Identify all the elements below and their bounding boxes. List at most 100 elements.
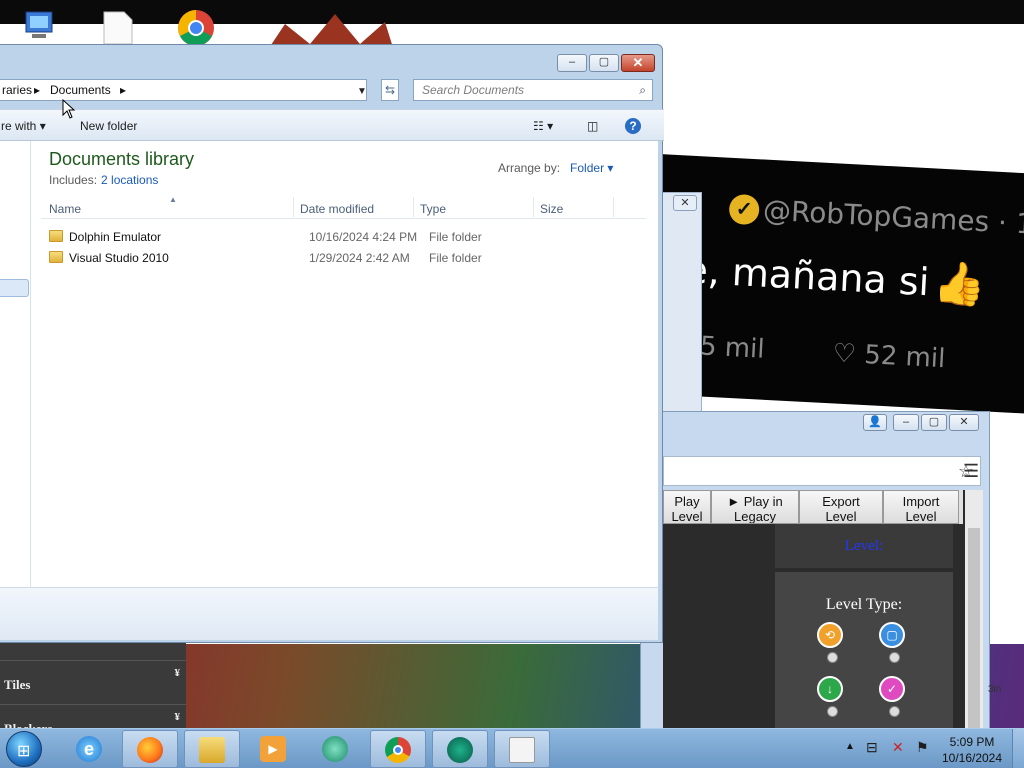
computer-icon[interactable] [18,8,54,44]
app-icon [322,736,348,762]
file-type: File folder [429,230,482,244]
level-heading: Level: [775,524,953,568]
taskbar-ie[interactable]: e [62,730,118,768]
new-folder-button[interactable]: New folder [80,119,137,133]
refresh-button[interactable]: ⇆ [381,79,399,101]
column-name[interactable]: Name [49,202,81,216]
tiles-section[interactable]: Tiles ¥ [0,660,186,700]
folder-icon [199,737,225,763]
address-bar[interactable]: ☆ [663,456,981,486]
file-name: Visual Studio 2010 [69,251,169,265]
search-placeholder: Search Documents [422,83,525,97]
view-options-icon[interactable]: ☷ ▾ [533,119,553,133]
explorer-titlebar[interactable]: – ▢ ✕ [0,45,662,79]
clock-date: 10/16/2024 [941,751,1003,765]
export-level-label: Export Level [822,494,860,524]
breadcrumb-documents[interactable]: Documents [50,83,111,97]
like-count: 52 mil [863,340,947,375]
arrange-label: Arrange by: [498,161,561,175]
column-divider[interactable] [613,197,614,217]
start-button[interactable]: ⊞ [6,731,42,767]
radio-green[interactable] [827,706,838,717]
tiles-label: Tiles [4,677,31,692]
show-hidden-icons[interactable]: ▲ [845,741,855,752]
close-button[interactable]: ✕ [949,414,979,431]
nav-selected-item[interactable] [0,279,29,297]
file-row[interactable]: Dolphin Emulator 10/16/2024 4:24 PM File… [41,227,646,247]
column-date-modified[interactable]: Date modified [300,202,374,216]
user-icon[interactable]: 👤 [863,414,887,431]
locations-link[interactable]: 2 locations [101,173,158,187]
search-icon[interactable]: ⌕ [639,83,646,98]
firefox-icon [137,737,163,763]
taskbar-app[interactable] [308,730,364,768]
radio-orange[interactable] [827,652,838,663]
column-divider[interactable] [293,197,294,217]
browser-window: 👤 – ▢ ✕ ☆ ☰ Play Level ► Play in Legacy … [640,411,990,732]
browser-titlebar[interactable]: 👤 – ▢ ✕ [641,412,989,434]
taskbar-document[interactable] [494,730,550,768]
action-center-flag-icon[interactable]: ⚑ [916,739,929,756]
volume-muted-icon[interactable]: ✕ [892,739,904,756]
search-input[interactable]: Search Documents ⌕ [413,79,653,101]
radio-pink[interactable] [889,706,900,717]
column-divider[interactable] [533,197,534,217]
orange-type-icon[interactable]: ⟲ [817,622,843,648]
breadcrumb-libraries[interactable]: raries [2,83,32,97]
menu-icon[interactable]: ☰ [963,461,979,482]
maximize-button[interactable]: ▢ [589,54,619,72]
export-level-button[interactable]: Export Level [799,490,883,524]
chevron-right-icon[interactable]: ▸ [34,83,40,97]
level-type-panel: Level Type: ⟲ ▢ ↓ ✓ [775,572,953,732]
play-level-button[interactable]: Play Level [663,490,711,524]
maximize-button[interactable]: ▢ [921,414,947,431]
taskbar-chrome[interactable] [370,730,426,768]
taskbar-explorer[interactable] [184,730,240,768]
chevron-right-icon[interactable]: ▸ [120,83,126,97]
network-icon[interactable]: ⊟ [866,739,878,756]
document-icon[interactable] [100,8,136,45]
preview-pane-icon[interactable]: ◫ [587,119,598,133]
scrollbar[interactable] [965,490,983,732]
command-bar: re with ▾ New folder ☷ ▾ ◫ ? [0,109,664,141]
folder-icon [49,230,63,242]
navigation-pane [0,141,31,587]
chevron-down-icon[interactable]: ¥ [175,711,181,723]
play-in-legacy-label: ► Play in Legacy [727,494,783,524]
level-type-label: Level Type: [825,596,903,613]
minimize-button[interactable]: – [557,54,587,72]
import-level-button[interactable]: Import Level [883,490,959,524]
level-toolbar: Play Level ► Play in Legacy Export Level… [663,490,963,524]
address-bar[interactable]: raries ▸ Documents ▸ [0,79,367,101]
column-size[interactable]: Size [540,202,563,216]
tweet-stats: ↻ 5 mil ♡ 52 mil [669,330,946,374]
desktop-top-strip [0,0,1024,24]
taskbar-firefox[interactable] [122,730,178,768]
scrollbar-thumb[interactable] [968,528,980,728]
taskbar-media-player[interactable]: ▶ [246,730,302,768]
share-with-menu[interactable]: re with ▾ [1,119,46,133]
details-pane [0,587,658,640]
arrange-dropdown[interactable]: Folder ▾ [570,161,613,175]
blue-type-icon[interactable]: ▢ [879,622,905,648]
show-desktop-button[interactable] [1012,729,1024,768]
clock[interactable]: 5:09 PM 10/16/2024 [938,734,1006,766]
explorer-content: Documents library Includes: 2 locations A… [0,141,658,587]
dolphin-icon [447,737,473,763]
mouse-cursor-icon [62,99,76,119]
close-icon[interactable]: ✕ [673,195,697,211]
taskbar-dolphin[interactable] [432,730,488,768]
radio-blue[interactable] [889,652,900,663]
pink-type-icon[interactable]: ✓ [879,676,905,702]
file-row[interactable]: Visual Studio 2010 1/29/2024 2:42 AM Fil… [41,248,646,268]
address-dropdown-icon[interactable]: ▼ [357,86,367,97]
green-type-icon[interactable]: ↓ [817,676,843,702]
column-type[interactable]: Type [420,202,446,216]
play-in-legacy-button[interactable]: ► Play in Legacy [711,490,799,524]
chrome-icon[interactable] [176,8,214,46]
close-button[interactable]: ✕ [621,54,655,72]
column-divider[interactable] [413,197,414,217]
minimize-button[interactable]: – [893,414,919,431]
help-icon[interactable]: ? [625,118,641,134]
chevron-down-icon[interactable]: ¥ [175,667,181,679]
